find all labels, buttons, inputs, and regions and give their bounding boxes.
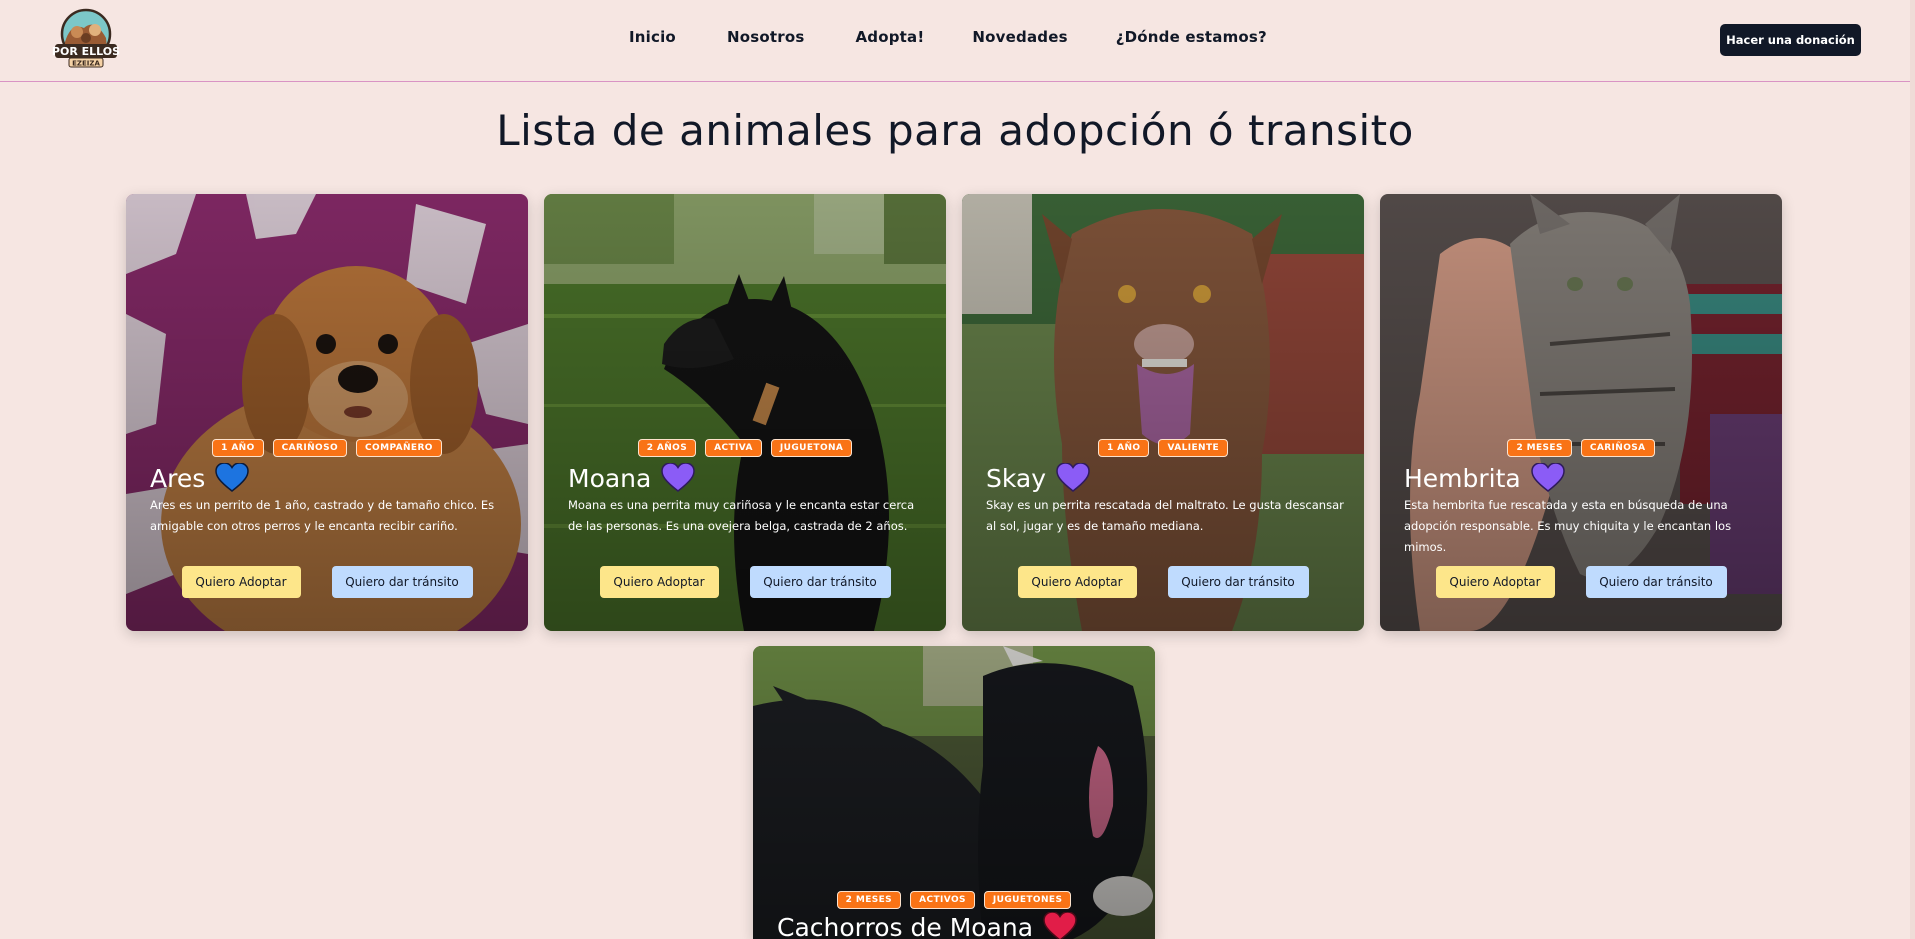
pet-name: Cachorros de Moana [777, 912, 1034, 939]
tag: cariñosa [1580, 439, 1655, 457]
page-scrollbar[interactable] [1910, 0, 1915, 939]
adopt-button[interactable]: Quiero Adoptar [181, 566, 301, 598]
tag: 1 año [1097, 439, 1150, 457]
adopt-button[interactable]: Quiero Adoptar [1017, 566, 1137, 598]
svg-text:POR ELLOS: POR ELLOS [52, 45, 120, 58]
heart-icon [1056, 463, 1090, 492]
pet-description: Esta hembrita fue rescatada y esta en bú… [1404, 498, 1732, 554]
tag: 1 año [212, 439, 264, 457]
tag: compañero [356, 439, 442, 457]
heart-icon [1043, 912, 1077, 939]
page-title: Lista de animales para adopción ó transi… [496, 106, 1414, 155]
transit-button[interactable]: Quiero dar tránsito [1167, 566, 1309, 598]
por-ellos-logo[interactable]: POR ELLOS EZEIZA [51, 8, 121, 70]
nav-adopta[interactable]: Adopta! [855, 28, 924, 52]
transit-button[interactable]: Quiero dar tránsito [331, 566, 473, 598]
adopt-button[interactable]: Quiero Adoptar [599, 566, 719, 598]
pet-name: Skay [986, 463, 1047, 493]
heart-icon [215, 463, 250, 492]
tag: activa [705, 439, 762, 457]
tag: juguetones [983, 891, 1072, 909]
pet-card-ares: 1 año cariñoso compañero Ares Ares es un… [126, 194, 528, 631]
pet-name: Hembrita [1404, 463, 1521, 493]
pet-card-skay: 1 año valiente Skay Skay es un perrita r… [962, 194, 1364, 631]
pet-card-moana: 2 años activa juguetona Moana Moana es u… [544, 194, 946, 631]
tag: 2 meses [1507, 439, 1572, 457]
tag: 2 meses [836, 891, 902, 909]
main-nav: Inicio Nosotros Adopta! Novedades ¿Dónde… [629, 28, 1267, 52]
pet-name: Moana [568, 463, 652, 493]
pet-description: Ares es un perrito de 1 año, castrado y … [150, 498, 495, 533]
tag: valiente [1158, 439, 1229, 457]
nav-inicio[interactable]: Inicio [629, 28, 676, 52]
heart-icon [1530, 463, 1565, 492]
transit-button[interactable]: Quiero dar tránsito [1585, 566, 1727, 598]
tag: activos [910, 891, 975, 909]
pet-name: Ares [150, 463, 206, 493]
pet-card-cachorros-de-moana: 2 meses activos juguetones Cachorros de … [753, 646, 1155, 939]
nav-novedades[interactable]: Novedades [972, 28, 1067, 52]
site-header: POR ELLOS EZEIZA Inicio Nosotros Adopta!… [0, 0, 1910, 82]
tag: 2 años [637, 439, 697, 457]
transit-button[interactable]: Quiero dar tránsito [749, 566, 891, 598]
tag-list: 2 años activa juguetona [544, 439, 946, 457]
tag-list: 2 meses cariñosa [1380, 439, 1782, 457]
pet-description: Moana es una perrita muy cariñosa y le e… [568, 498, 915, 533]
tag-list: 1 año valiente [962, 439, 1364, 457]
svg-text:EZEIZA: EZEIZA [72, 60, 100, 68]
nav-nosotros[interactable]: Nosotros [727, 28, 805, 52]
tag: cariñoso [272, 439, 348, 457]
pet-description: Skay es un perrita rescatada del maltrat… [986, 498, 1344, 533]
tag-list: 2 meses activos juguetones [753, 891, 1155, 909]
donate-button[interactable]: Hacer una donación [1720, 24, 1861, 56]
tag-list: 1 año cariñoso compañero [126, 439, 528, 457]
heart-icon [661, 463, 696, 492]
pet-card-hembrita: 2 meses cariñosa Hembrita Esta hembrita … [1380, 194, 1782, 631]
nav-donde-estamos[interactable]: ¿Dónde estamos? [1116, 28, 1267, 52]
tag: juguetona [770, 439, 853, 457]
adopt-button[interactable]: Quiero Adoptar [1435, 566, 1555, 598]
